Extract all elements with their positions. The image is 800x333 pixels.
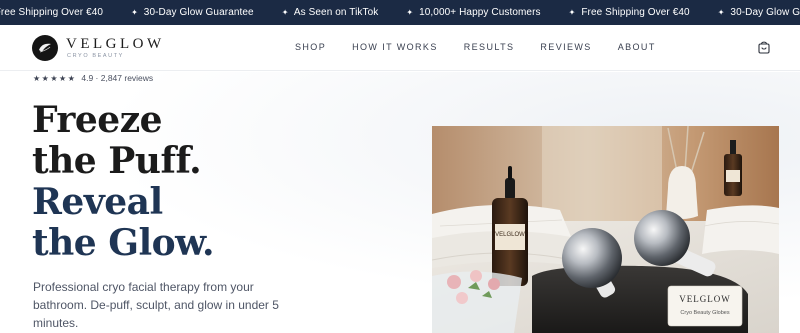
- headline-line: the Puff.: [32, 140, 202, 182]
- rating-text: 4.9 · 2,847 reviews: [81, 73, 154, 83]
- announcement-item: ✦ Free Shipping Over €40: [569, 7, 690, 18]
- sparkle-icon: ✦: [568, 8, 576, 17]
- main-nav: SHOP HOW IT WORKS RESULTS REVIEWS ABOUT: [295, 42, 682, 52]
- rating-summary: ★★★★★ 4.9 · 2,847 reviews: [33, 73, 153, 83]
- announcement-text: 30-Day Glow Guarantee: [730, 7, 800, 18]
- card-text: Cryo Beauty Globes: [680, 310, 729, 316]
- nav-item-shop[interactable]: SHOP: [295, 42, 326, 52]
- sparkle-icon: ✦: [131, 8, 138, 17]
- site-header: VELGLOW CRYO BEAUTY SHOP HOW IT WORKS RE…: [0, 25, 800, 71]
- sparkle-icon: ✦: [281, 8, 289, 17]
- card-brand: VELGLOW: [679, 294, 731, 304]
- brand-tagline: CRYO BEAUTY: [67, 53, 124, 59]
- announcement-text: 30-Day Glow Guarantee: [143, 7, 254, 18]
- announcement-item: ✦ As Seen on TikTok: [282, 7, 379, 18]
- announcement-item: ✦ 30-Day Glow Guarantee: [718, 7, 800, 18]
- announcement-text: Free Shipping Over €40: [581, 7, 690, 18]
- hero-headline: Freeze the Puff. Reveal the Glow.: [32, 99, 215, 264]
- nav-item-about[interactable]: ABOUT: [618, 42, 656, 52]
- product-photo: VELGLOW VELGLOW Cryo Beauty Globes: [432, 126, 779, 333]
- hero-subcopy: Professional cryo facial therapy from yo…: [33, 280, 279, 330]
- announcement-text: Free Shipping Over €40: [0, 7, 104, 18]
- headline-line: Freeze: [32, 99, 163, 141]
- brand-name[interactable]: VELGLOW: [66, 36, 165, 53]
- sparkle-icon: ✦: [406, 8, 414, 17]
- shopping-bag-icon[interactable]: [757, 40, 771, 54]
- nav-item-results[interactable]: RESULTS: [464, 42, 515, 52]
- nav-item-how-it-works[interactable]: HOW IT WORKS: [352, 42, 438, 52]
- announcement-text: As Seen on TikTok: [293, 7, 379, 18]
- announcement-track: ✦ Free Shipping Over €40 ✦ 30-Day Glow G…: [0, 0, 800, 25]
- announcement-item: ✦ Free Shipping Over €40: [0, 7, 103, 18]
- announcement-text: 10,000+ Happy Customers: [419, 7, 541, 18]
- rating-stars-icon: ★★★★★: [33, 73, 77, 83]
- sparkle-icon: ✦: [717, 8, 725, 17]
- announcement-item: ✦ 10,000+ Happy Customers: [406, 7, 540, 18]
- announcement-bar: ✦ Free Shipping Over €40 ✦ 30-Day Glow G…: [0, 0, 800, 25]
- bottle-label: VELGLOW: [495, 232, 525, 238]
- announcement-item: ✦ 30-Day Glow Guarantee: [131, 7, 254, 18]
- logo-icon[interactable]: [32, 35, 58, 61]
- headline-accent-line: Reveal: [32, 181, 163, 223]
- headline-accent-line: the Glow.: [32, 222, 215, 264]
- nav-item-reviews[interactable]: REVIEWS: [540, 42, 591, 52]
